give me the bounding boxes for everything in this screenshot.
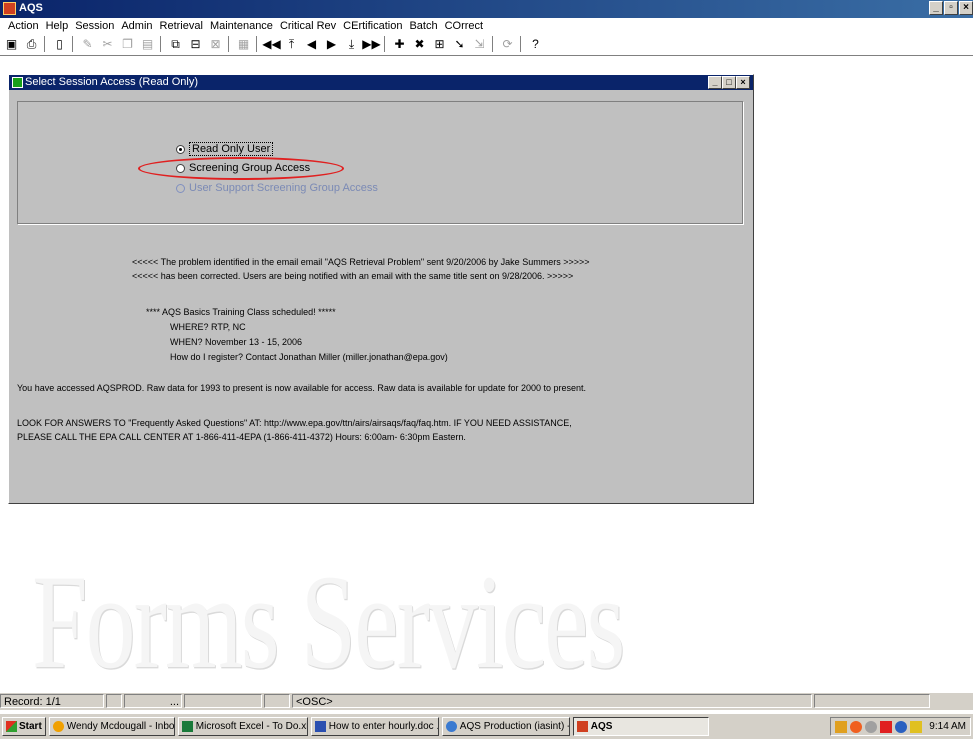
task-ie[interactable]: AQS Production (iasint) - ... [441,717,570,736]
faq-message-line2: PLEASE CALL THE EPA CALL CENTER AT 1-866… [17,432,466,442]
inner-maximize-button[interactable]: □ [722,76,736,89]
save-icon[interactable]: ▣ [3,36,20,52]
tray-network-icon[interactable] [895,720,908,733]
menu-help[interactable]: Help [46,19,69,33]
last-record-icon[interactable]: ▶▶ [362,36,380,52]
status-cell [184,694,262,708]
status-cell [106,694,122,708]
tray-norton-icon[interactable] [880,720,893,733]
status-cell [814,694,930,708]
training-where: WHERE? RTP, NC [170,322,246,332]
tray-update-icon[interactable] [910,720,923,733]
inner-close-button[interactable]: × [736,76,750,89]
access-message: You have accessed AQSPROD. Raw data for … [17,383,586,393]
menu-retrieval[interactable]: Retrieval [160,19,203,33]
session-access-title: Select Session Access (Read Only) [25,76,199,88]
session-access-titlebar: Select Session Access (Read Only) _ □ × [9,75,753,90]
word-icon [314,721,326,732]
paste-icon[interactable]: ▤ [139,36,156,52]
window-icon [12,77,23,88]
radio-read-only-user[interactable]: Read Only User [176,142,274,156]
training-header: **** AQS Basics Training Class scheduled… [146,307,336,317]
radio-label: User Support Screening Group Access [189,182,378,194]
forms-services-watermark: Forms Services [32,546,625,697]
close-button[interactable]: × [959,1,973,15]
menu-admin[interactable]: Admin [121,19,152,33]
execute-icon[interactable]: ⇲ [471,36,488,52]
tray-firefox-icon[interactable] [850,720,863,733]
radio-user-support-screening-group-access[interactable]: User Support Screening Group Access [176,182,378,194]
highlight-ellipse [138,157,344,180]
message-problem-line2: <<<<< has been corrected. Users are bein… [132,271,574,281]
tray-clock-icon[interactable] [865,720,878,733]
previous-page-icon[interactable]: ⤒ [283,36,300,52]
inner-window-controls: _ □ × [708,76,750,89]
next-page-icon[interactable]: ⤓ [343,36,360,52]
toolbar: ▣ ⎙ ▯ ✎ ✂ ❐ ▤ ⧉ ⊟ ⊠ ▦ ◀◀ ⤒ ◀ ▶ ⤓ ▶▶ ✚ ✖ … [0,34,973,54]
taskbar: Start Wendy Mcdougall - Inbo... Microsof… [0,713,973,739]
menu-bar: Action Help Session Admin Retrieval Main… [0,19,973,33]
menu-session[interactable]: Session [75,19,114,33]
help-icon[interactable]: ? [527,36,544,52]
windows-flag-icon [6,721,17,732]
start-button[interactable]: Start [2,717,46,736]
system-tray: 9:14 AM [830,717,971,736]
tray-app-icon[interactable] [835,720,848,733]
status-ellipsis: ... [124,694,182,708]
radio-dot [176,183,185,193]
session-access-window: Select Session Access (Read Only) _ □ × … [8,74,754,504]
find-icon[interactable]: ➘ [451,36,468,52]
lov-icon[interactable]: ⊞ [431,36,448,52]
system-clock: 9:14 AM [929,721,966,732]
menu-action[interactable]: Action [8,19,39,33]
training-register: How do I register? Contact Jonathan Mill… [170,352,448,362]
radio-dot [176,144,185,154]
edit-icon[interactable]: ✎ [79,36,96,52]
task-aqs[interactable]: AQS [572,717,709,736]
inner-minimize-button[interactable]: _ [708,76,722,89]
menu-certification[interactable]: CErtification [343,19,402,33]
refresh-icon[interactable]: ⟳ [499,36,516,52]
menu-maintenance[interactable]: Maintenance [210,19,273,33]
radio-label: Read Only User [189,142,274,156]
clear-icon[interactable]: ⊟ [187,36,204,52]
next-record-icon[interactable]: ▶ [323,36,340,52]
outlook-icon [52,721,64,732]
record-indicator: Record: 1/1 [0,694,104,708]
delete-record-icon[interactable]: ✖ [411,36,428,52]
copy-icon[interactable]: ❐ [119,36,136,52]
task-word[interactable]: How to enter hourly.doc ... [310,717,439,736]
exit-icon[interactable]: ▯ [51,36,68,52]
app-titlebar: AQS _ ▫ × [0,0,973,18]
aqs-app-icon [3,2,16,15]
excel-icon [181,721,193,732]
first-record-icon[interactable]: ◀◀ [262,36,280,52]
menu-batch[interactable]: Batch [409,19,437,33]
access-option-group [17,101,743,224]
status-bar: Record: 1/1 ... <OSC> [0,692,973,710]
menu-critical-rev[interactable]: Critical Rev [280,19,336,33]
list-icon[interactable]: ▦ [235,36,252,52]
window-controls: _ ▫ × [929,1,973,15]
duplicate-icon[interactable]: ⧉ [167,36,184,52]
task-excel[interactable]: Microsoft Excel - To Do.xls [177,717,308,736]
previous-record-icon[interactable]: ◀ [303,36,320,52]
query-icon[interactable]: ⊠ [207,36,224,52]
app-title: AQS [19,2,43,14]
internet-explorer-icon [445,721,457,732]
menu-correct[interactable]: COrrect [445,19,484,33]
insert-record-icon[interactable]: ✚ [391,36,408,52]
aqs-task-icon [576,721,588,732]
minimize-button[interactable]: _ [929,1,943,15]
status-cell [264,694,290,708]
message-problem-line1: <<<<< The problem identified in the emai… [132,257,590,267]
cut-icon[interactable]: ✂ [99,36,116,52]
restore-button[interactable]: ▫ [944,1,958,15]
print-icon[interactable]: ⎙ [23,36,40,52]
status-mode: <OSC> [292,694,812,708]
task-outlook[interactable]: Wendy Mcdougall - Inbo... [48,717,175,736]
faq-message-line1: LOOK FOR ANSWERS TO "Frequently Asked Qu… [17,418,572,428]
training-when: WHEN? November 13 - 15, 2006 [170,337,303,347]
